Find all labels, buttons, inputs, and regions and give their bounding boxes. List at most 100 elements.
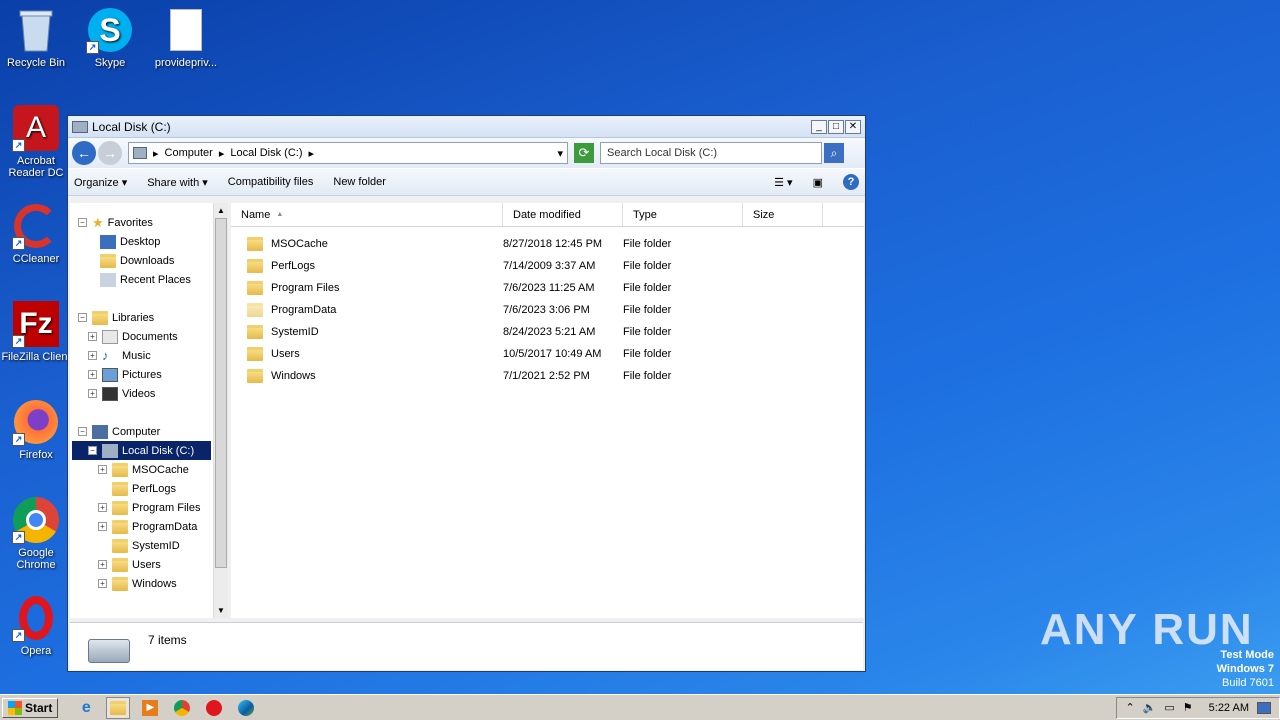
expand-icon[interactable]: + (88, 370, 97, 379)
opera-taskbar-icon[interactable] (202, 697, 226, 719)
table-row[interactable]: PerfLogs 7/14/2009 3:37 AM File folder (231, 255, 864, 277)
search-input[interactable]: Search Local Disk (C:) (600, 142, 822, 164)
drive-icon (133, 147, 147, 159)
table-row[interactable]: Windows 7/1/2021 2:52 PM File folder (231, 365, 864, 387)
desktop-icon-skype[interactable]: S ↗ Skype (72, 6, 148, 69)
nav-users[interactable]: + Users (98, 555, 161, 574)
organize-button[interactable]: Organize ▾ (74, 176, 127, 189)
table-row[interactable]: SystemID 8/24/2023 5:21 AM File folder (231, 321, 864, 343)
explorer-taskbar-icon[interactable] (106, 696, 131, 719)
column-size[interactable]: Size (743, 203, 823, 226)
close-button[interactable]: ✕ (845, 119, 861, 134)
tray-expand-icon[interactable]: ⌃ (1125, 701, 1134, 714)
desktop-icon-label: FileZilla Client (1, 351, 71, 363)
share-with-button[interactable]: Share with ▾ (147, 176, 208, 189)
nav-music[interactable]: + ♪ Music (88, 346, 151, 365)
nav-computer[interactable]: − Computer (78, 422, 160, 441)
nav-videos[interactable]: + Videos (88, 384, 155, 403)
nav-desktop[interactable]: Desktop (100, 232, 160, 251)
nav-recent-places[interactable]: Recent Places (100, 270, 191, 289)
scroll-up-icon[interactable]: ▲ (214, 203, 228, 218)
expand-icon[interactable]: + (98, 560, 107, 569)
desktop-icon-filezilla[interactable]: Fz ↗ FileZilla Client (0, 300, 74, 363)
search-icon[interactable]: ⌕ (824, 143, 844, 163)
nav-libraries[interactable]: − Libraries (78, 308, 154, 327)
nav-downloads[interactable]: Downloads (100, 251, 174, 270)
expand-icon[interactable]: + (98, 465, 107, 474)
table-row[interactable]: MSOCache 8/27/2018 12:45 PM File folder (231, 233, 864, 255)
column-name[interactable]: Name ▲ (231, 203, 503, 226)
title-bar[interactable]: Local Disk (C:) _ □ ✕ (68, 116, 865, 138)
nav-local-disk[interactable]: − Local Disk (C:) (72, 441, 211, 460)
nav-programdata[interactable]: + ProgramData (98, 517, 197, 536)
minimize-button[interactable]: _ (811, 119, 827, 134)
nav-documents[interactable]: + Documents (88, 327, 178, 346)
nav-program-files[interactable]: + Program Files (98, 498, 200, 517)
scroll-down-icon[interactable]: ▼ (214, 603, 228, 618)
back-arrow-icon[interactable]: ← (72, 141, 96, 165)
nav-favorites[interactable]: − ★ Favorites (78, 213, 153, 232)
collapse-icon[interactable]: − (78, 427, 87, 436)
test-mode-line1: Test Mode (1220, 649, 1274, 661)
desktop-icon-recycle-bin[interactable]: Recycle Bin (0, 6, 74, 69)
show-desktop-icon[interactable] (1257, 701, 1271, 714)
media-player-icon[interactable]: ▶ (138, 697, 162, 719)
desktop-icon-firefox[interactable]: ↗ Firefox (0, 398, 74, 461)
desktop-icon-file[interactable]: providepriv... (148, 6, 224, 69)
address-bar[interactable]: ▸ Computer ▸ Local Disk (C:) ▸ ▾ (128, 142, 568, 164)
desktop-icon-opera[interactable]: ↗ Opera (0, 594, 74, 657)
help-icon[interactable]: ? (843, 174, 859, 190)
column-type[interactable]: Type (623, 203, 743, 226)
start-button[interactable]: Start (2, 697, 59, 718)
folder-icon (247, 369, 263, 383)
chrome-taskbar-icon[interactable] (170, 697, 194, 719)
expand-icon[interactable]: + (98, 522, 107, 531)
expand-icon[interactable]: + (98, 579, 107, 588)
nav-windows[interactable]: + Windows (98, 574, 177, 593)
recycle-bin-icon (12, 6, 60, 54)
ie-icon[interactable]: e (74, 697, 98, 719)
table-row[interactable]: ProgramData 7/6/2023 3:06 PM File folder (231, 299, 864, 321)
refresh-icon[interactable]: ⟳ (574, 143, 594, 163)
breadcrumb-computer[interactable]: Computer (165, 147, 213, 159)
table-row[interactable]: Program Files 7/6/2023 11:25 AM File folde… (231, 277, 864, 299)
nav-systemid[interactable]: SystemID (112, 536, 180, 555)
scroll-thumb[interactable] (215, 218, 227, 568)
desktop-icon-ccleaner[interactable]: ↗ CCleaner (0, 202, 74, 265)
desktop-icon-acrobat[interactable]: A ↗ Acrobat Reader DC (0, 104, 74, 179)
volume-icon[interactable]: 🔈 (1143, 701, 1157, 714)
desktop-icon-chrome[interactable]: ↗ Google Chrome (0, 496, 74, 571)
preview-pane-icon[interactable]: ▣ (813, 176, 823, 189)
folder-icon (247, 303, 263, 317)
expand-icon[interactable]: + (88, 351, 97, 360)
new-folder-button[interactable]: New folder (333, 176, 386, 188)
table-row[interactable]: Users 10/5/2017 10:49 AM File folder (231, 343, 864, 365)
breadcrumb-sep-icon[interactable]: ▸ (308, 147, 314, 160)
breadcrumb-sep-icon[interactable]: ▸ (219, 147, 225, 160)
edge-taskbar-icon[interactable] (234, 697, 258, 719)
breadcrumb-sep-icon[interactable]: ▸ (153, 147, 159, 160)
expand-icon[interactable]: + (88, 332, 97, 341)
collapse-icon[interactable]: − (88, 446, 97, 455)
nav-perflogs[interactable]: PerfLogs (112, 479, 176, 498)
nav-msocache[interactable]: + MSOCache (98, 460, 189, 479)
column-date-modified[interactable]: Date modified (503, 203, 623, 226)
expand-icon[interactable]: + (98, 503, 107, 512)
pictures-icon (102, 367, 118, 382)
forward-arrow-icon[interactable]: → (98, 141, 122, 165)
system-tray: ⌃ 🔈 ▭ ⚑ 5:22 AM (1116, 696, 1280, 719)
nav-pictures[interactable]: + Pictures (88, 365, 162, 384)
nav-scrollbar[interactable]: ▲ ▼ (213, 203, 228, 618)
clock[interactable]: 5:22 AM (1209, 702, 1249, 714)
collapse-icon[interactable]: − (78, 218, 87, 227)
maximize-button[interactable]: □ (828, 119, 844, 134)
expand-icon[interactable]: + (88, 389, 97, 398)
collapse-icon[interactable]: − (78, 313, 87, 322)
compatibility-files-button[interactable]: Compatibility files (228, 176, 314, 188)
address-dropdown-icon[interactable]: ▾ (557, 147, 563, 160)
flag-icon[interactable]: ⚑ (1183, 701, 1193, 714)
network-icon[interactable]: ▭ (1164, 701, 1174, 714)
computer-icon (92, 424, 108, 439)
view-options-icon[interactable]: ☰ ▾ (774, 176, 792, 189)
breadcrumb-local-disk[interactable]: Local Disk (C:) (230, 147, 302, 159)
